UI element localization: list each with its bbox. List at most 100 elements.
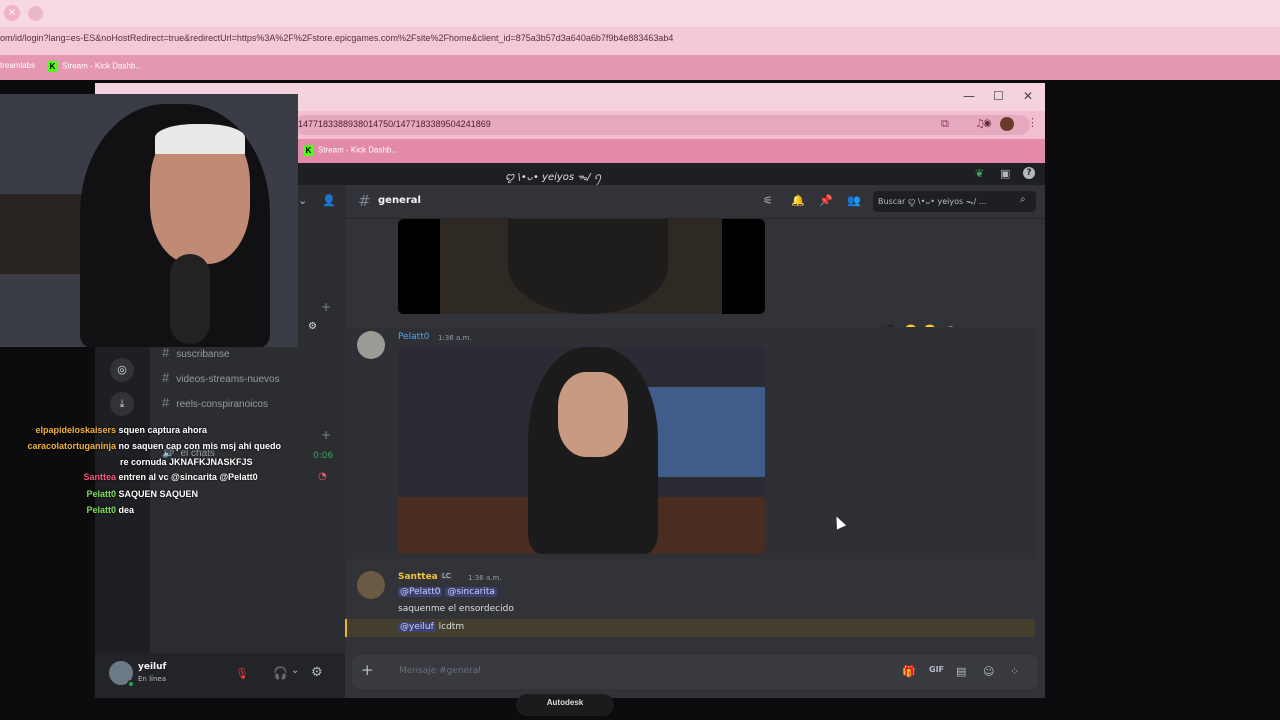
user-panel: yeiluf En línea 🎙 🎧 ⌄ ⚙	[95, 653, 345, 698]
minimize-icon[interactable]: —	[963, 89, 975, 103]
bookmark-streamlabs[interactable]: treamlabs	[0, 61, 35, 70]
online-status-dot	[127, 680, 135, 688]
nitro-leaf-icon[interactable]: ❦	[975, 167, 984, 180]
add-voice-channel-icon[interactable]: +	[321, 428, 331, 442]
sticker-icon[interactable]: ▤	[956, 665, 966, 678]
menu-icon[interactable]: ⋮	[1027, 116, 1038, 129]
profile-avatar[interactable]	[1000, 117, 1014, 131]
message-text: lcdtm	[438, 622, 465, 632]
channel-settings-icon[interactable]: ⚙	[308, 321, 317, 332]
hash-icon: #	[162, 345, 170, 360]
channel-reels-conspiranoicos[interactable]: # reels-conspiranoicos	[162, 395, 268, 410]
user-mention[interactable]: @yeiluf	[398, 622, 436, 632]
chevron-down-icon[interactable]: ⌄	[298, 194, 307, 207]
inner-url-text[interactable]: 1477183388938014750/1477183389504241869	[298, 119, 491, 129]
voice-timer: 0:06	[313, 451, 334, 461]
message-author[interactable]: Pelatt0	[398, 332, 429, 342]
gift-icon[interactable]: 🎁	[902, 665, 916, 678]
message-author[interactable]: Santtea	[398, 572, 438, 582]
chat-header: # general ⚟ 🔔 📌 👥 Buscar ꨄ︎ \•ᴗ• yeiyos …	[345, 185, 1045, 219]
discover-icon[interactable]: ◎	[110, 358, 134, 382]
stream-chat-line: Pelatt0 SAQUEN SAQUEN	[83, 489, 198, 499]
user-mention[interactable]: @sincarita	[445, 587, 497, 597]
search-input[interactable]: Buscar ꨄ︎ \•ᴗ• yeiyos ᯓ/ ... ⌕	[873, 191, 1036, 212]
extensions-icon[interactable]: ⧉	[941, 117, 949, 131]
image-border	[722, 219, 765, 314]
channel-label: reels-conspiranoicos	[176, 399, 268, 410]
username: yeiluf	[138, 662, 167, 672]
notifications-bell-icon[interactable]: 🔔	[791, 194, 805, 207]
search-placeholder: Buscar ꨄ︎ \•ᴗ• yeiyos ᯓ/ ...	[878, 197, 987, 206]
stream-chat-user: Santtea	[83, 472, 116, 482]
stream-chat-line: caracolatortuganinja no saquen cap con m…	[21, 441, 281, 451]
stream-chat-message: dea	[118, 505, 135, 515]
mentioned-message-highlight: @yeiluf lcdtm	[345, 619, 1035, 637]
taskbar-autodesk[interactable]: Autodesk	[516, 694, 614, 716]
image-figure	[508, 219, 668, 314]
stream-chat-user: Pelatt0	[86, 489, 116, 499]
inner-url-field[interactable]: 1477183388938014750/1477183389504241869 …	[295, 115, 1030, 135]
hash-icon: #	[162, 395, 170, 410]
media-icon[interactable]: ♫	[975, 117, 985, 130]
message-item: Pelatt0 1:36 a.m.	[345, 327, 1035, 559]
stream-chat-line: Pelatt0 dea	[83, 505, 134, 515]
message-composer[interactable]: + Mensaje #general 🎁 GIF ▤ ☺ ⁘	[352, 655, 1038, 689]
stream-chat-message: re cornuda JKNAFKJNASKFJS	[120, 457, 253, 467]
attach-plus-icon[interactable]: +	[361, 661, 374, 679]
outer-url-text[interactable]: om/id/login?lang=es-ES&noHostRedirect=tr…	[0, 33, 673, 43]
stream-chat-message: no saquen cap con mis msj ahi quedo	[118, 441, 282, 451]
user-settings-icon[interactable]: ⚙	[311, 665, 323, 680]
bookmark-kick-label: Stream - Kick Dashb...	[62, 61, 143, 71]
kick-icon: K	[47, 61, 58, 72]
avatar[interactable]	[357, 571, 385, 599]
user-status: En línea	[138, 675, 167, 683]
inner-bookmark-kick[interactable]: K Stream - Kick Dashb...	[303, 145, 398, 156]
bookmark-kick-dashboard[interactable]: K Stream - Kick Dashb...	[47, 61, 142, 72]
emoji-icon[interactable]: ☺	[983, 665, 994, 678]
stream-chat-line: re cornuda JKNAFKJNASKFJS	[120, 457, 253, 467]
outer-address-bar[interactable]: om/id/login?lang=es-ES&noHostRedirect=tr…	[0, 27, 1280, 55]
stream-chat-message: entren al vc @sincarita @Pelatt0	[118, 472, 258, 482]
add-channel-icon[interactable]: +	[321, 300, 331, 314]
webcam-overlay	[0, 94, 298, 347]
channel-suscribanse[interactable]: # suscribanse	[162, 345, 230, 360]
stream-chat-user: caracolatortuganinja	[27, 441, 116, 451]
stream-chat-line: Santtea entren al vc @sincarita @Pelatt0	[80, 472, 258, 482]
message-timestamp: 1:36 a.m.	[468, 574, 502, 582]
message-content: @yeiluf lcdtm	[398, 622, 464, 632]
voice-user-icon: ◔	[318, 471, 327, 482]
download-icon[interactable]: ⤓	[110, 392, 134, 416]
help-icon[interactable]: ?	[1023, 167, 1035, 179]
webcam-headband	[155, 124, 245, 154]
stream-chat-user: elpapideloskaisers	[35, 425, 116, 435]
apps-icon[interactable]: ⁘	[1010, 665, 1019, 678]
avatar[interactable]	[357, 331, 385, 359]
mic-muted-icon[interactable]: 🎙	[235, 667, 249, 680]
message-content: @Pelatt0 @sincarita	[398, 587, 497, 597]
outer-bookmarks-bar: treamlabs K Stream - Kick Dashb...	[0, 55, 1280, 80]
message-timestamp: 1:36 a.m.	[438, 334, 472, 342]
inbox-icon[interactable]: ▣	[1000, 167, 1010, 180]
pin-icon[interactable]: 📌	[819, 194, 833, 207]
user-mention[interactable]: @Pelatt0	[398, 587, 443, 597]
new-tab-button[interactable]	[28, 6, 43, 21]
gif-icon[interactable]: GIF	[929, 665, 944, 674]
message-list: 😢 🥺 🫤 ☺ ↶ ↷ ⋯ Pelatt0 1:36 a.m. Santte	[345, 219, 1045, 653]
webcam-microphone	[170, 254, 210, 344]
maximize-icon[interactable]: ☐	[993, 89, 1004, 103]
channel-label: videos-streams-nuevos	[176, 374, 280, 385]
invite-people-icon[interactable]: 👤	[322, 194, 336, 207]
channel-videos-streams-nuevos[interactable]: # videos-streams-nuevos	[162, 370, 280, 385]
message-input-placeholder[interactable]: Mensaje #general	[399, 666, 481, 676]
hash-icon: #	[162, 370, 170, 385]
message-image-attachment[interactable]	[398, 219, 765, 314]
member-list-icon[interactable]: 👥	[847, 194, 861, 207]
chevron-down-icon[interactable]: ⌄	[291, 665, 299, 676]
threads-icon[interactable]: ⚟	[763, 194, 773, 207]
message-image-attachment[interactable]	[398, 347, 765, 554]
close-window-icon[interactable]: ✕	[1023, 89, 1033, 103]
message-text: saquenme el ensordecido	[398, 604, 514, 614]
headphones-icon[interactable]: 🎧	[273, 666, 288, 680]
image-border	[398, 219, 440, 314]
close-tab-icon[interactable]: ×	[4, 5, 20, 21]
